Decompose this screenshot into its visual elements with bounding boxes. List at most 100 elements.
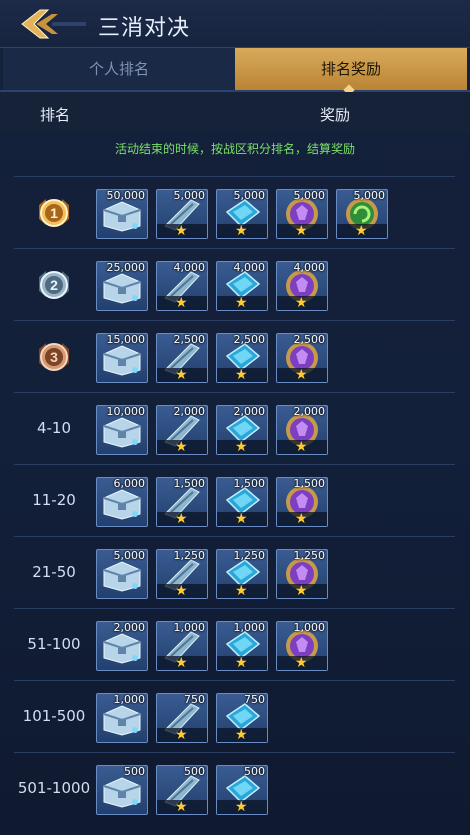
star-bar: ★ bbox=[157, 656, 207, 670]
back-arrow-icon[interactable] bbox=[18, 8, 88, 40]
star-icon: ★ bbox=[235, 295, 248, 311]
reward-item[interactable]: 750 ★ bbox=[216, 693, 268, 743]
reward-item[interactable]: 1,250 ★ bbox=[216, 549, 268, 599]
reward-item[interactable]: 750 ★ bbox=[156, 693, 208, 743]
star-icon: ★ bbox=[175, 799, 188, 815]
reward-row: 2 25,000 4,000 ★ 4,000 ★ 4,000 ★ bbox=[14, 248, 455, 321]
reward-quantity: 500 bbox=[184, 765, 205, 778]
reward-item[interactable]: 5,000 ★ bbox=[336, 189, 388, 239]
star-bar: ★ bbox=[157, 584, 207, 598]
reward-item[interactable]: 1,250 ★ bbox=[156, 549, 208, 599]
star-icon: ★ bbox=[175, 727, 188, 743]
reward-item[interactable]: 2,500 ★ bbox=[156, 333, 208, 383]
reward-item[interactable]: 500 ★ bbox=[216, 765, 268, 815]
star-icon: ★ bbox=[235, 655, 248, 671]
reward-item[interactable]: 4,000 ★ bbox=[276, 261, 328, 311]
reward-item[interactable]: 1,000 ★ bbox=[156, 621, 208, 671]
reward-row: 21-50 5,000 1,250 ★ 1,250 ★ 1,250 ★ bbox=[14, 536, 455, 609]
reward-quantity: 5,000 bbox=[113, 549, 146, 562]
star-bar: ★ bbox=[217, 368, 267, 382]
star-icon: ★ bbox=[235, 223, 248, 239]
star-icon: ★ bbox=[295, 439, 308, 455]
reward-item[interactable]: 1,000 ★ bbox=[276, 621, 328, 671]
rank-label: 11-20 bbox=[32, 491, 76, 509]
reward-item[interactable]: 1,250 ★ bbox=[276, 549, 328, 599]
reward-item[interactable]: 4,000 ★ bbox=[216, 261, 268, 311]
reward-item[interactable]: 25,000 bbox=[96, 261, 148, 311]
star-bar: ★ bbox=[217, 440, 267, 454]
star-bar: ★ bbox=[217, 512, 267, 526]
silver-medal-icon: 2 bbox=[36, 267, 72, 303]
reward-item[interactable]: 500 ★ bbox=[156, 765, 208, 815]
reward-row: 4-10 10,000 2,000 ★ 2,000 ★ 2,000 ★ bbox=[14, 392, 455, 465]
reward-item[interactable]: 2,000 ★ bbox=[156, 405, 208, 455]
reward-item[interactable]: 500 bbox=[96, 765, 148, 815]
column-header-reward: 奖励 bbox=[320, 106, 351, 124]
star-bar: ★ bbox=[277, 512, 327, 526]
notice-text: 活动结束的时候，按战区积分排名，结算奖励 bbox=[114, 142, 355, 156]
star-bar: ★ bbox=[217, 296, 267, 310]
reward-item[interactable]: 2,500 ★ bbox=[216, 333, 268, 383]
reward-item[interactable]: 50,000 bbox=[96, 189, 148, 239]
star-icon: ★ bbox=[235, 727, 248, 743]
reward-quantity: 2,000 bbox=[173, 405, 206, 418]
reward-item[interactable]: 1,500 ★ bbox=[156, 477, 208, 527]
star-bar: ★ bbox=[157, 296, 207, 310]
star-bar: ★ bbox=[157, 440, 207, 454]
reward-row: 3 15,000 2,500 ★ 2,500 ★ 2,500 ★ bbox=[14, 320, 455, 393]
reward-item[interactable]: 5,000 bbox=[96, 549, 148, 599]
reward-quantity: 1,250 bbox=[173, 549, 206, 562]
star-bar: ★ bbox=[217, 584, 267, 598]
top-bar: 三消对决 bbox=[0, 0, 470, 48]
reward-quantity: 5,000 bbox=[233, 189, 266, 202]
reward-quantity: 4,000 bbox=[173, 261, 206, 274]
reward-quantity: 1,500 bbox=[233, 477, 266, 490]
reward-item[interactable]: 2,000 bbox=[96, 621, 148, 671]
reward-item[interactable]: 2,000 ★ bbox=[216, 405, 268, 455]
star-bar: ★ bbox=[277, 224, 327, 238]
page-title: 三消对决 bbox=[98, 16, 191, 41]
reward-quantity: 1,500 bbox=[173, 477, 206, 490]
reward-quantity: 15,000 bbox=[106, 333, 146, 346]
table-header: 排名 奖励 bbox=[0, 92, 470, 132]
star-icon: ★ bbox=[235, 367, 248, 383]
gold-medal-icon: 1 bbox=[36, 195, 72, 231]
tab-personal-ranking[interactable]: 个人排名 bbox=[3, 48, 235, 90]
star-bar: ★ bbox=[217, 728, 267, 742]
medal-rank-number: 3 bbox=[50, 349, 58, 365]
reward-quantity: 750 bbox=[184, 693, 205, 706]
reward-item[interactable]: 1,500 ★ bbox=[216, 477, 268, 527]
star-icon: ★ bbox=[235, 439, 248, 455]
reward-item[interactable]: 4,000 ★ bbox=[156, 261, 208, 311]
reward-item[interactable]: 15,000 bbox=[96, 333, 148, 383]
reward-item[interactable]: 5,000 ★ bbox=[216, 189, 268, 239]
reward-quantity: 2,500 bbox=[173, 333, 206, 346]
reward-quantity: 10,000 bbox=[106, 405, 146, 418]
reward-item[interactable]: 1,000 bbox=[96, 693, 148, 743]
reward-row: 501-1000 500 500 ★ 500 ★ bbox=[14, 752, 455, 825]
reward-quantity: 6,000 bbox=[113, 477, 146, 490]
reward-item[interactable]: 6,000 bbox=[96, 477, 148, 527]
reward-item[interactable]: 1,000 ★ bbox=[216, 621, 268, 671]
star-bar: ★ bbox=[277, 656, 327, 670]
reward-quantity: 1,000 bbox=[233, 621, 266, 634]
reward-item[interactable]: 1,500 ★ bbox=[276, 477, 328, 527]
reward-quantity: 2,000 bbox=[293, 405, 326, 418]
star-icon: ★ bbox=[175, 295, 188, 311]
star-bar: ★ bbox=[217, 224, 267, 238]
reward-item[interactable]: 2,000 ★ bbox=[276, 405, 328, 455]
star-bar: ★ bbox=[157, 800, 207, 814]
tab-ranking-rewards[interactable]: 排名奖励 bbox=[235, 48, 467, 96]
reward-quantity: 1,000 bbox=[113, 693, 146, 706]
star-bar: ★ bbox=[277, 584, 327, 598]
star-icon: ★ bbox=[235, 511, 248, 527]
reward-item[interactable]: 5,000 ★ bbox=[156, 189, 208, 239]
reward-quantity: 5,000 bbox=[353, 189, 386, 202]
reward-item[interactable]: 10,000 bbox=[96, 405, 148, 455]
rank-label: 101-500 bbox=[22, 707, 86, 725]
reward-quantity: 2,500 bbox=[233, 333, 266, 346]
reward-quantity: 500 bbox=[244, 765, 265, 778]
rank-label: 4-10 bbox=[36, 419, 72, 437]
reward-item[interactable]: 5,000 ★ bbox=[276, 189, 328, 239]
reward-item[interactable]: 2,500 ★ bbox=[276, 333, 328, 383]
